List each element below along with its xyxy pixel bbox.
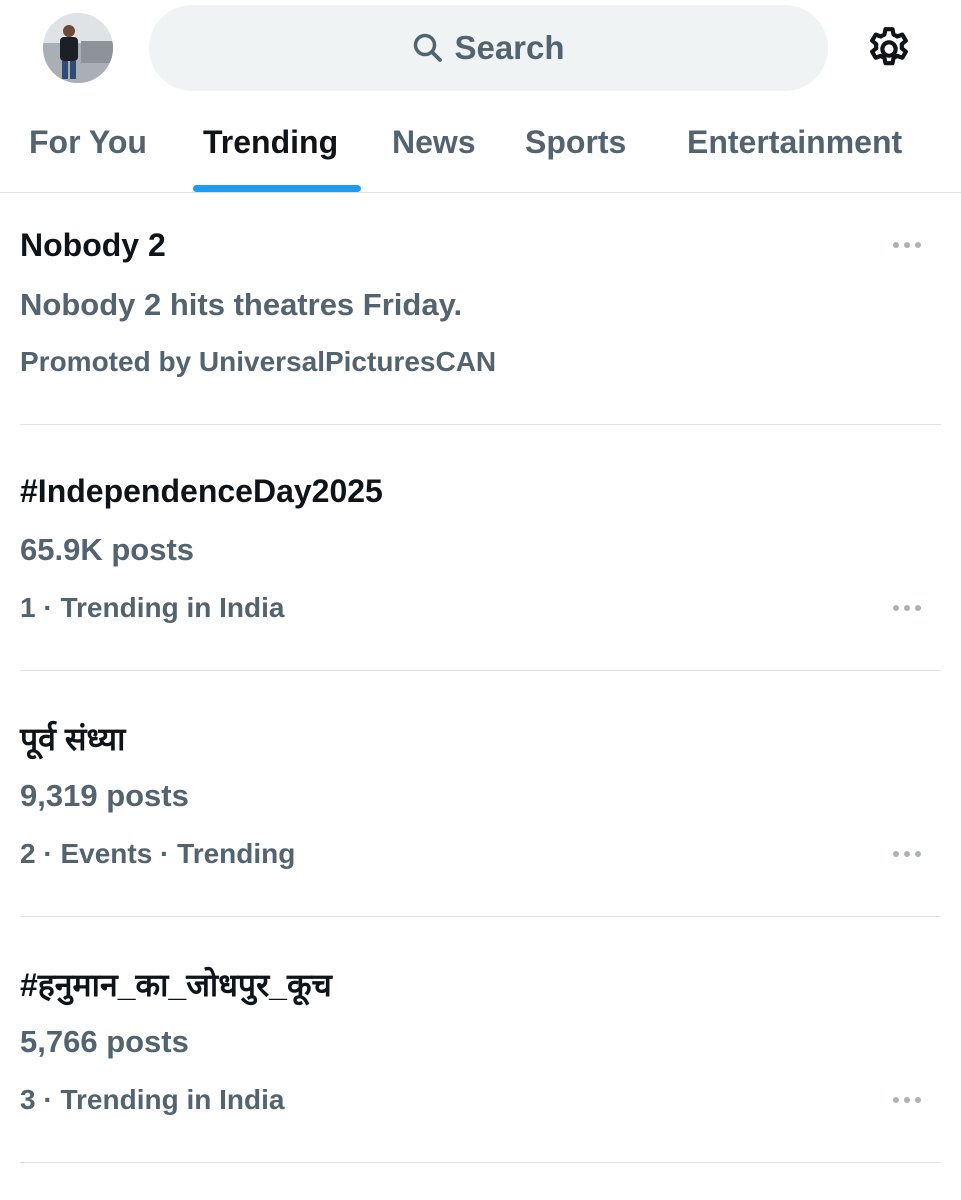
tab-trending[interactable]: Trending <box>203 124 338 161</box>
trend-meta: 1 · Trending in India <box>20 592 285 623</box>
trend-meta: 2 · Events · Trending <box>20 838 296 869</box>
trend-title: Nobody 2 <box>20 227 166 263</box>
more-options-icon[interactable] <box>888 842 926 866</box>
trend-item[interactable]: #IndependenceDay2025 65.9K posts 1 · Tre… <box>20 425 941 671</box>
more-options-icon[interactable] <box>888 596 926 620</box>
trend-item[interactable]: पूर्व संध्या 9,319 posts 2 · Events · Tr… <box>20 671 941 917</box>
more-options-icon[interactable] <box>888 233 926 257</box>
trend-subtitle: Nobody 2 hits theatres Friday. <box>20 287 463 322</box>
trend-meta: Promoted by UniversalPicturesCAN <box>20 346 497 377</box>
tab-bar: For You Trending News Sports Entertainme… <box>0 98 961 193</box>
search-label: Search <box>454 29 565 66</box>
gear-icon <box>870 27 908 66</box>
trend-meta: 3 · Trending in India <box>20 1084 285 1115</box>
search-icon <box>414 33 443 62</box>
active-tab-indicator <box>193 185 361 192</box>
avatar-photo <box>43 13 113 83</box>
more-options-icon[interactable] <box>888 1088 926 1112</box>
trend-subtitle: 65.9K posts <box>20 532 195 567</box>
avatar[interactable] <box>43 13 113 83</box>
trend-item[interactable]: Nobody 2 Nobody 2 hits theatres Friday. … <box>20 193 941 425</box>
trend-title: पूर्व संध्या <box>20 721 126 757</box>
search-bar[interactable]: Search <box>149 5 828 91</box>
tab-news[interactable]: News <box>392 124 476 161</box>
tab-sports[interactable]: Sports <box>525 124 626 161</box>
trend-subtitle: 5,766 posts <box>20 1024 189 1059</box>
trend-title: #हनुमान_का_जोधपुर_कूच <box>20 967 332 1003</box>
settings-button[interactable] <box>861 21 917 77</box>
tab-for-you[interactable]: For You <box>29 124 147 161</box>
trend-title: #IndependenceDay2025 <box>20 473 383 509</box>
tab-entertainment[interactable]: Entertainment <box>687 124 902 161</box>
trend-subtitle: 9,319 posts <box>20 778 189 813</box>
trend-item[interactable]: #हनुमान_का_जोधपुर_कूच 5,766 posts 3 · Tr… <box>20 917 941 1163</box>
top-bar: Search <box>0 0 961 98</box>
